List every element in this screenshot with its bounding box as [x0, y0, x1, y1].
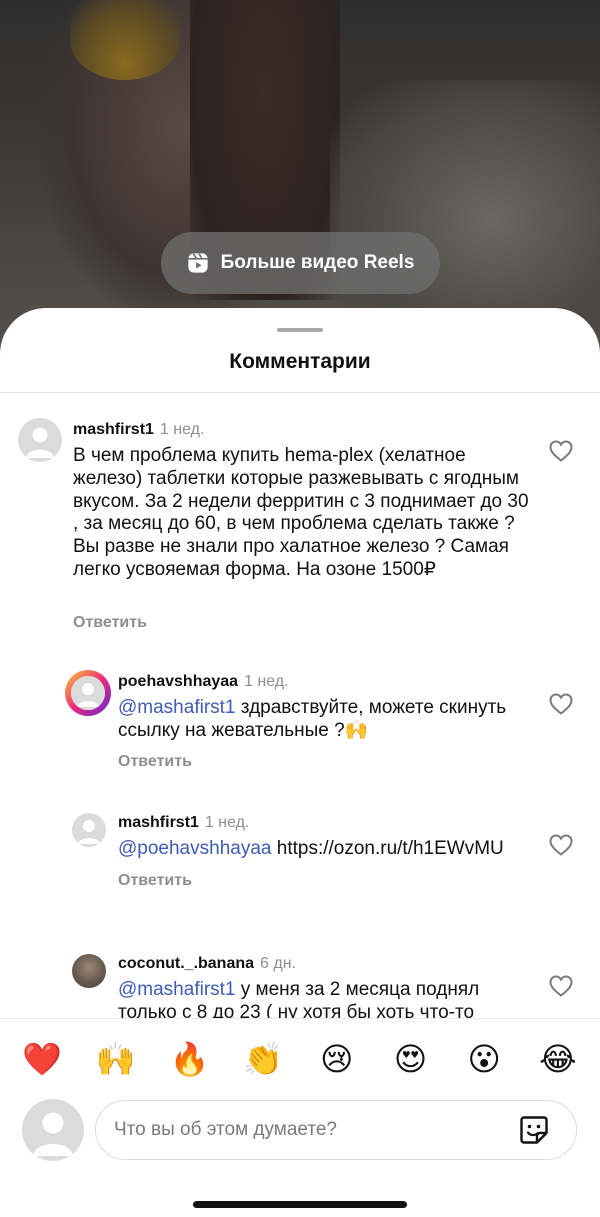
comment-body: В чем проблема купить hema-plex (хелатно…	[73, 445, 529, 580]
home-indicator[interactable]	[193, 1201, 407, 1208]
comment-username[interactable]: mashfirst1	[73, 421, 154, 438]
avatar[interactable]	[72, 813, 106, 847]
default-avatar-icon	[26, 427, 54, 458]
comment-header: poehavshhayaa 1 нед.	[118, 673, 289, 691]
comment-text: @poehavshhayaa https://ozon.ru/t/h1EWvMU	[118, 838, 548, 861]
reply-button[interactable]: Ответить	[73, 614, 147, 632]
heart-outline-icon[interactable]	[549, 975, 573, 997]
comment-username[interactable]: poehavshhayaa	[118, 673, 238, 690]
avatar[interactable]	[65, 670, 111, 716]
comment-header: mashfirst1 1 нед.	[118, 814, 249, 832]
comment-input-box[interactable]	[95, 1100, 577, 1160]
emoji-heart-eyes[interactable]: 😍	[391, 1039, 431, 1079]
default-avatar-icon	[78, 820, 100, 844]
comment-composer: ❤️ 🙌 🔥 👏 😢 😍 😮 😂	[0, 1018, 600, 1217]
comment-text: @mashafirst1 у меня за 2 месяца поднял т…	[118, 979, 518, 1018]
quick-emoji-bar: ❤️ 🙌 🔥 👏 😢 😍 😮 😂	[0, 1039, 600, 1079]
input-row	[0, 1099, 600, 1163]
comment-username[interactable]: coconut._.banana	[118, 955, 254, 972]
heart-outline-icon[interactable]	[549, 440, 573, 462]
reply-button[interactable]: Ответить	[118, 872, 192, 890]
emoji-surprised[interactable]: 😮	[464, 1039, 504, 1079]
comment-text: В чем проблема купить hema-plex (хелатно…	[73, 445, 533, 582]
emoji-laughing[interactable]: 😂	[538, 1039, 578, 1079]
emoji-raising-hands[interactable]: 🙌	[96, 1039, 136, 1079]
default-avatar-icon	[71, 676, 105, 710]
reply-button[interactable]: Ответить	[118, 753, 192, 771]
comment-username[interactable]: mashfirst1	[118, 814, 199, 831]
comment-body: https://ozon.ru/t/h1EWvMU	[271, 838, 504, 859]
emoji-clap[interactable]: 👏	[243, 1039, 283, 1079]
comment-time: 1 нед.	[204, 814, 250, 831]
comments-list[interactable]: mashfirst1 1 нед. В чем проблема купить h…	[0, 0, 600, 1018]
avatar[interactable]	[72, 954, 106, 988]
comment-time: 1 нед.	[244, 673, 289, 690]
sticker-icon[interactable]	[518, 1114, 550, 1146]
comment-time: 1 нед.	[159, 421, 205, 438]
comment-time: 6 дн.	[260, 955, 296, 972]
emoji-fire[interactable]: 🔥	[169, 1039, 209, 1079]
comment-input[interactable]	[114, 1101, 514, 1159]
heart-outline-icon[interactable]	[549, 693, 573, 715]
emoji-crying[interactable]: 😢	[317, 1039, 357, 1079]
comment-header: mashfirst1 1 нед.	[73, 421, 204, 439]
my-avatar	[22, 1099, 84, 1161]
avatar[interactable]	[18, 418, 62, 462]
default-avatar-icon	[33, 1112, 73, 1156]
comment-text: @mashafirst1 здравствуйте, можете скинут…	[118, 697, 518, 743]
comment-header: coconut._.banana 6 дн.	[118, 955, 296, 973]
comment-mention[interactable]: @mashafirst1	[118, 697, 236, 718]
comment-mention[interactable]: @mashafirst1	[118, 979, 236, 1000]
heart-outline-icon[interactable]	[549, 834, 573, 856]
emoji-heart[interactable]: ❤️	[22, 1039, 62, 1079]
comment-mention[interactable]: @poehavshhayaa	[118, 838, 271, 859]
